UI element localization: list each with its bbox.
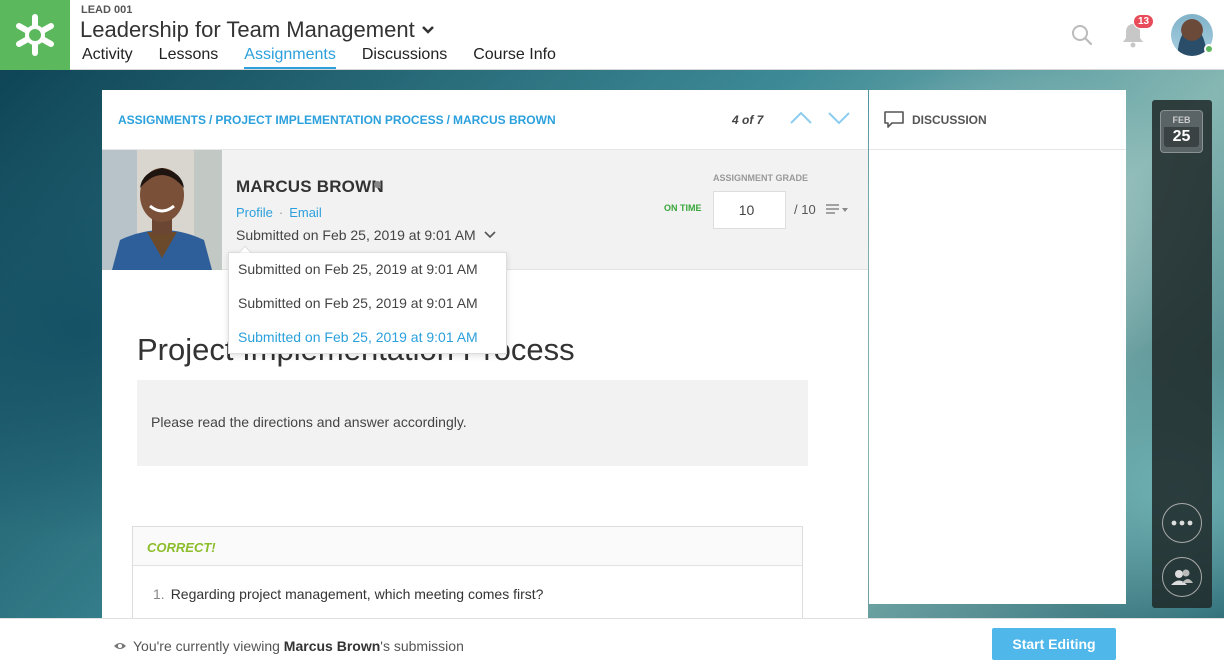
question-text: Regarding project management, which meet… <box>170 586 544 602</box>
comment-icon <box>884 110 904 128</box>
submission-date: Submitted on Feb 25, 2019 at 9:01 AM <box>236 227 476 243</box>
viewing-student-name: Marcus Brown <box>283 638 381 654</box>
discussion-header[interactable]: DISCUSSION <box>869 90 1126 150</box>
submission-option[interactable]: Submitted on Feb 25, 2019 at 9:01 AM <box>229 287 506 321</box>
directions-box: Please read the directions and answer ac… <box>137 380 808 466</box>
pager-count: 4 of 7 <box>732 113 764 127</box>
submission-dropdown: Submitted on Feb 25, 2019 at 9:01 AM Sub… <box>228 252 507 354</box>
course-code: LEAD 001 <box>81 4 133 16</box>
student-links: Profile · Email <box>236 205 322 220</box>
student-photo <box>102 150 222 270</box>
question-body: 1. Regarding project management, which me… <box>133 566 802 618</box>
more-options-button[interactable] <box>1162 503 1202 543</box>
presence-dot <box>374 181 381 188</box>
email-link[interactable]: Email <box>289 205 322 220</box>
profile-link[interactable]: Profile <box>236 205 273 220</box>
people-icon <box>1171 569 1193 585</box>
question-result: CORRECT! <box>133 527 802 566</box>
viewing-suffix: 's submission <box>380 638 464 654</box>
student-portrait <box>102 150 222 270</box>
discussion-panel: DISCUSSION <box>869 90 1126 604</box>
on-time-status: ON TIME <box>664 203 702 213</box>
breadcrumb-student[interactable]: MARCUS BROWN <box>453 113 556 127</box>
submission-option-selected[interactable]: Submitted on Feb 25, 2019 at 9:01 AM <box>229 321 506 355</box>
people-button[interactable] <box>1162 557 1202 597</box>
app-logo[interactable] <box>0 0 70 70</box>
footer-bar: You're currently viewing Marcus Brown's … <box>0 618 1224 667</box>
tab-assignments[interactable]: Assignments <box>244 46 336 69</box>
grade-label: ASSIGNMENT GRADE <box>713 173 809 183</box>
chevron-up-icon[interactable] <box>789 110 813 126</box>
logo-icon <box>16 14 54 56</box>
tab-lessons[interactable]: Lessons <box>159 46 219 69</box>
eye-icon <box>114 643 126 649</box>
right-rail: FEB 25 <box>1152 100 1212 608</box>
breadcrumb-bar: ASSIGNMENTS / PROJECT IMPLEMENTATION PROCE… <box>102 90 868 150</box>
viewing-notice: You're currently viewing Marcus Brown's … <box>113 638 464 654</box>
breadcrumb-assignments[interactable]: ASSIGNMENTS <box>118 113 206 127</box>
online-status-dot <box>1204 44 1214 54</box>
submission-option[interactable]: Submitted on Feb 25, 2019 at 9:01 AM <box>229 253 506 287</box>
top-header: LEAD 001 Leadership for Team Management … <box>0 0 1224 70</box>
start-editing-button[interactable]: Start Editing <box>992 628 1116 660</box>
notification-badge: 13 <box>1133 14 1155 29</box>
chevron-down-icon <box>484 231 496 239</box>
course-title: Leadership for Team Management <box>80 17 415 42</box>
chevron-down-icon <box>421 26 434 34</box>
tab-discussions[interactable]: Discussions <box>362 46 447 69</box>
student-name: MARCUS BROWN <box>236 177 384 196</box>
search-icon[interactable] <box>1071 24 1093 46</box>
chevron-down-icon[interactable] <box>827 110 851 126</box>
grade-options-icon[interactable] <box>826 203 850 217</box>
course-nav: Activity Lessons Assignments Discussions… <box>82 46 582 69</box>
tab-course-info[interactable]: Course Info <box>473 46 556 69</box>
dropdown-caret <box>239 246 251 253</box>
discussion-label: DISCUSSION <box>912 112 987 127</box>
viewing-prefix: You're currently viewing <box>133 638 284 654</box>
calendar-month: FEB <box>1172 115 1191 125</box>
breadcrumb-assignment[interactable]: PROJECT IMPLEMENTATION PROCESS <box>215 113 443 127</box>
question-number: 1. <box>153 586 165 602</box>
question-card: CORRECT! 1. Regarding project management,… <box>132 526 803 618</box>
course-title-dropdown[interactable]: Leadership for Team Management <box>80 17 435 43</box>
submission-selector[interactable]: Submitted on Feb 25, 2019 at 9:01 AM <box>236 227 496 243</box>
calendar-widget[interactable]: FEB 25 <box>1160 110 1203 153</box>
calendar-day: 25 <box>1164 127 1199 147</box>
breadcrumb: ASSIGNMENTS / PROJECT IMPLEMENTATION PROCE… <box>118 113 556 127</box>
grade-total: / 10 <box>794 202 816 217</box>
tab-activity[interactable]: Activity <box>82 46 133 69</box>
ellipsis-icon <box>1171 520 1193 526</box>
grade-input[interactable]: 10 <box>713 191 786 229</box>
